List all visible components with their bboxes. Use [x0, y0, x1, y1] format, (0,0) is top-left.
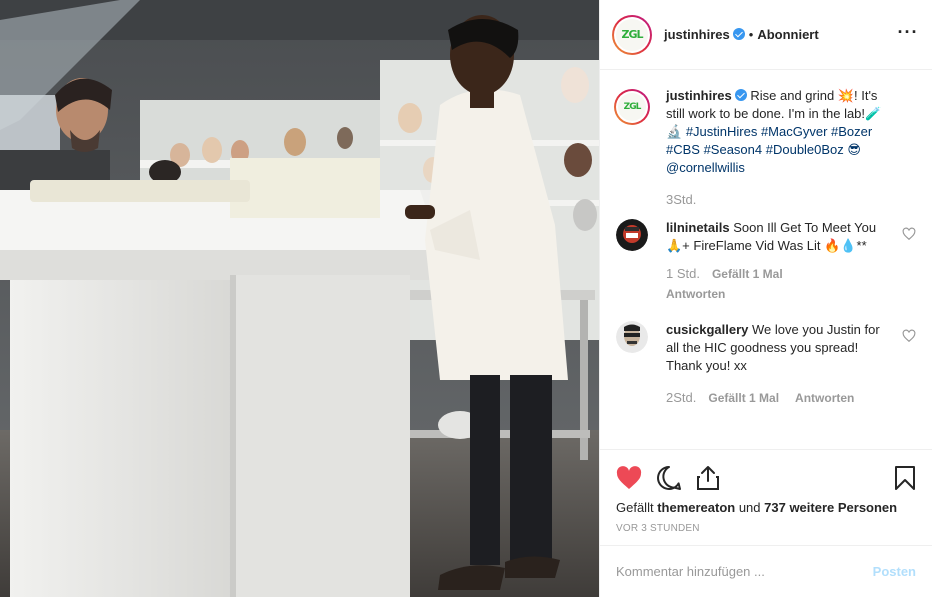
header-separator: •: [748, 27, 754, 42]
comment-input[interactable]: [616, 564, 865, 579]
comment-button[interactable]: [656, 458, 696, 498]
caption-avatar-logo: ZGL: [618, 93, 646, 121]
photo-lab-scene: [0, 0, 599, 597]
comment-time[interactable]: 1 Std.: [666, 265, 700, 283]
comment-meta: 2Std. Gefällt 1 Mal Antworten: [666, 389, 890, 407]
more-options-icon[interactable]: ···: [896, 23, 920, 43]
comment-likes[interactable]: Gefällt 1 Mal: [708, 389, 779, 407]
post-timestamp[interactable]: VOR 3 STUNDEN: [616, 523, 916, 534]
action-icons: [616, 458, 916, 498]
like-comment-heart-icon[interactable]: [902, 227, 916, 241]
share-upload-icon: [697, 466, 719, 490]
post-photo[interactable]: [0, 0, 599, 597]
like-comment-heart-icon[interactable]: [902, 329, 916, 343]
comment-likes[interactable]: Gefällt 1 Mal: [712, 265, 783, 283]
post-comment-button[interactable]: Posten: [873, 564, 916, 579]
avatar-image: [616, 219, 648, 251]
author-username-text[interactable]: justinhires: [664, 27, 730, 42]
commenter-avatar[interactable]: [616, 219, 648, 251]
verified-badge-icon: [732, 28, 745, 40]
comment-meta: 1 Std. Gefällt 1 Mal: [666, 265, 890, 283]
commenter-avatar[interactable]: [616, 321, 648, 353]
caption: ZGL justinhires Rise and grind 💥! It's s…: [614, 87, 916, 209]
author-avatar[interactable]: ZGL: [612, 14, 652, 55]
likes-prefix: Gefällt: [616, 500, 658, 515]
comment-time[interactable]: 2Std.: [666, 389, 696, 407]
comment-body: cusickgallery We love you Justin for all…: [666, 321, 916, 407]
follow-status-button[interactable]: Abonniert: [757, 27, 818, 42]
likes-summary: Gefällt themereaton und 737 weitere Pers…: [616, 500, 916, 515]
like-button[interactable]: [616, 458, 656, 498]
author-username[interactable]: justinhires: [664, 27, 745, 42]
comment-bubble-icon: [657, 466, 681, 490]
comment-username[interactable]: lilninetails: [666, 220, 730, 235]
avatar-image: [616, 321, 648, 353]
post-side-panel: ZGL justinhires • Abonniert ··· ZGL just…: [599, 0, 932, 597]
caption-avatar[interactable]: ZGL: [614, 89, 650, 125]
comment-item: lilninetails Soon Ill Get To Meet You 🙏+…: [616, 219, 916, 303]
avatar-logo: ZGL: [616, 18, 648, 51]
caption-time[interactable]: 3Std.: [666, 191, 890, 209]
caption-username[interactable]: justinhires: [666, 88, 747, 103]
comment-username[interactable]: cusickgallery: [666, 322, 748, 337]
post-actions: Gefällt themereaton und 737 weitere Pers…: [600, 449, 932, 545]
comment-item: cusickgallery We love you Justin for all…: [616, 321, 916, 407]
verified-badge-icon: [734, 89, 747, 101]
reply-button[interactable]: Antworten: [795, 389, 854, 407]
caption-mention[interactable]: @cornellwillis: [666, 160, 745, 175]
likes-user-link[interactable]: themereaton: [657, 500, 735, 515]
comment-form: Posten: [600, 545, 932, 597]
caption-body: justinhires Rise and grind 💥! It's still…: [666, 87, 916, 209]
save-button[interactable]: [876, 458, 916, 498]
caption-username-text[interactable]: justinhires: [666, 88, 732, 103]
likes-count-link[interactable]: 737 weitere Personen: [764, 500, 897, 515]
caption-hashtags[interactable]: #JustinHires #MacGyver #Bozer #CBS #Seas…: [666, 124, 872, 157]
heart-filled-icon: [616, 466, 642, 489]
post-header: ZGL justinhires • Abonniert ···: [600, 0, 932, 70]
comment-body: lilninetails Soon Ill Get To Meet You 🙏+…: [666, 219, 916, 303]
bookmark-icon: [895, 466, 915, 490]
likes-mid: und: [735, 500, 765, 515]
reply-button[interactable]: Antworten: [666, 285, 890, 303]
comments-list[interactable]: ZGL justinhires Rise and grind 💥! It's s…: [600, 71, 932, 449]
share-button[interactable]: [696, 458, 736, 498]
